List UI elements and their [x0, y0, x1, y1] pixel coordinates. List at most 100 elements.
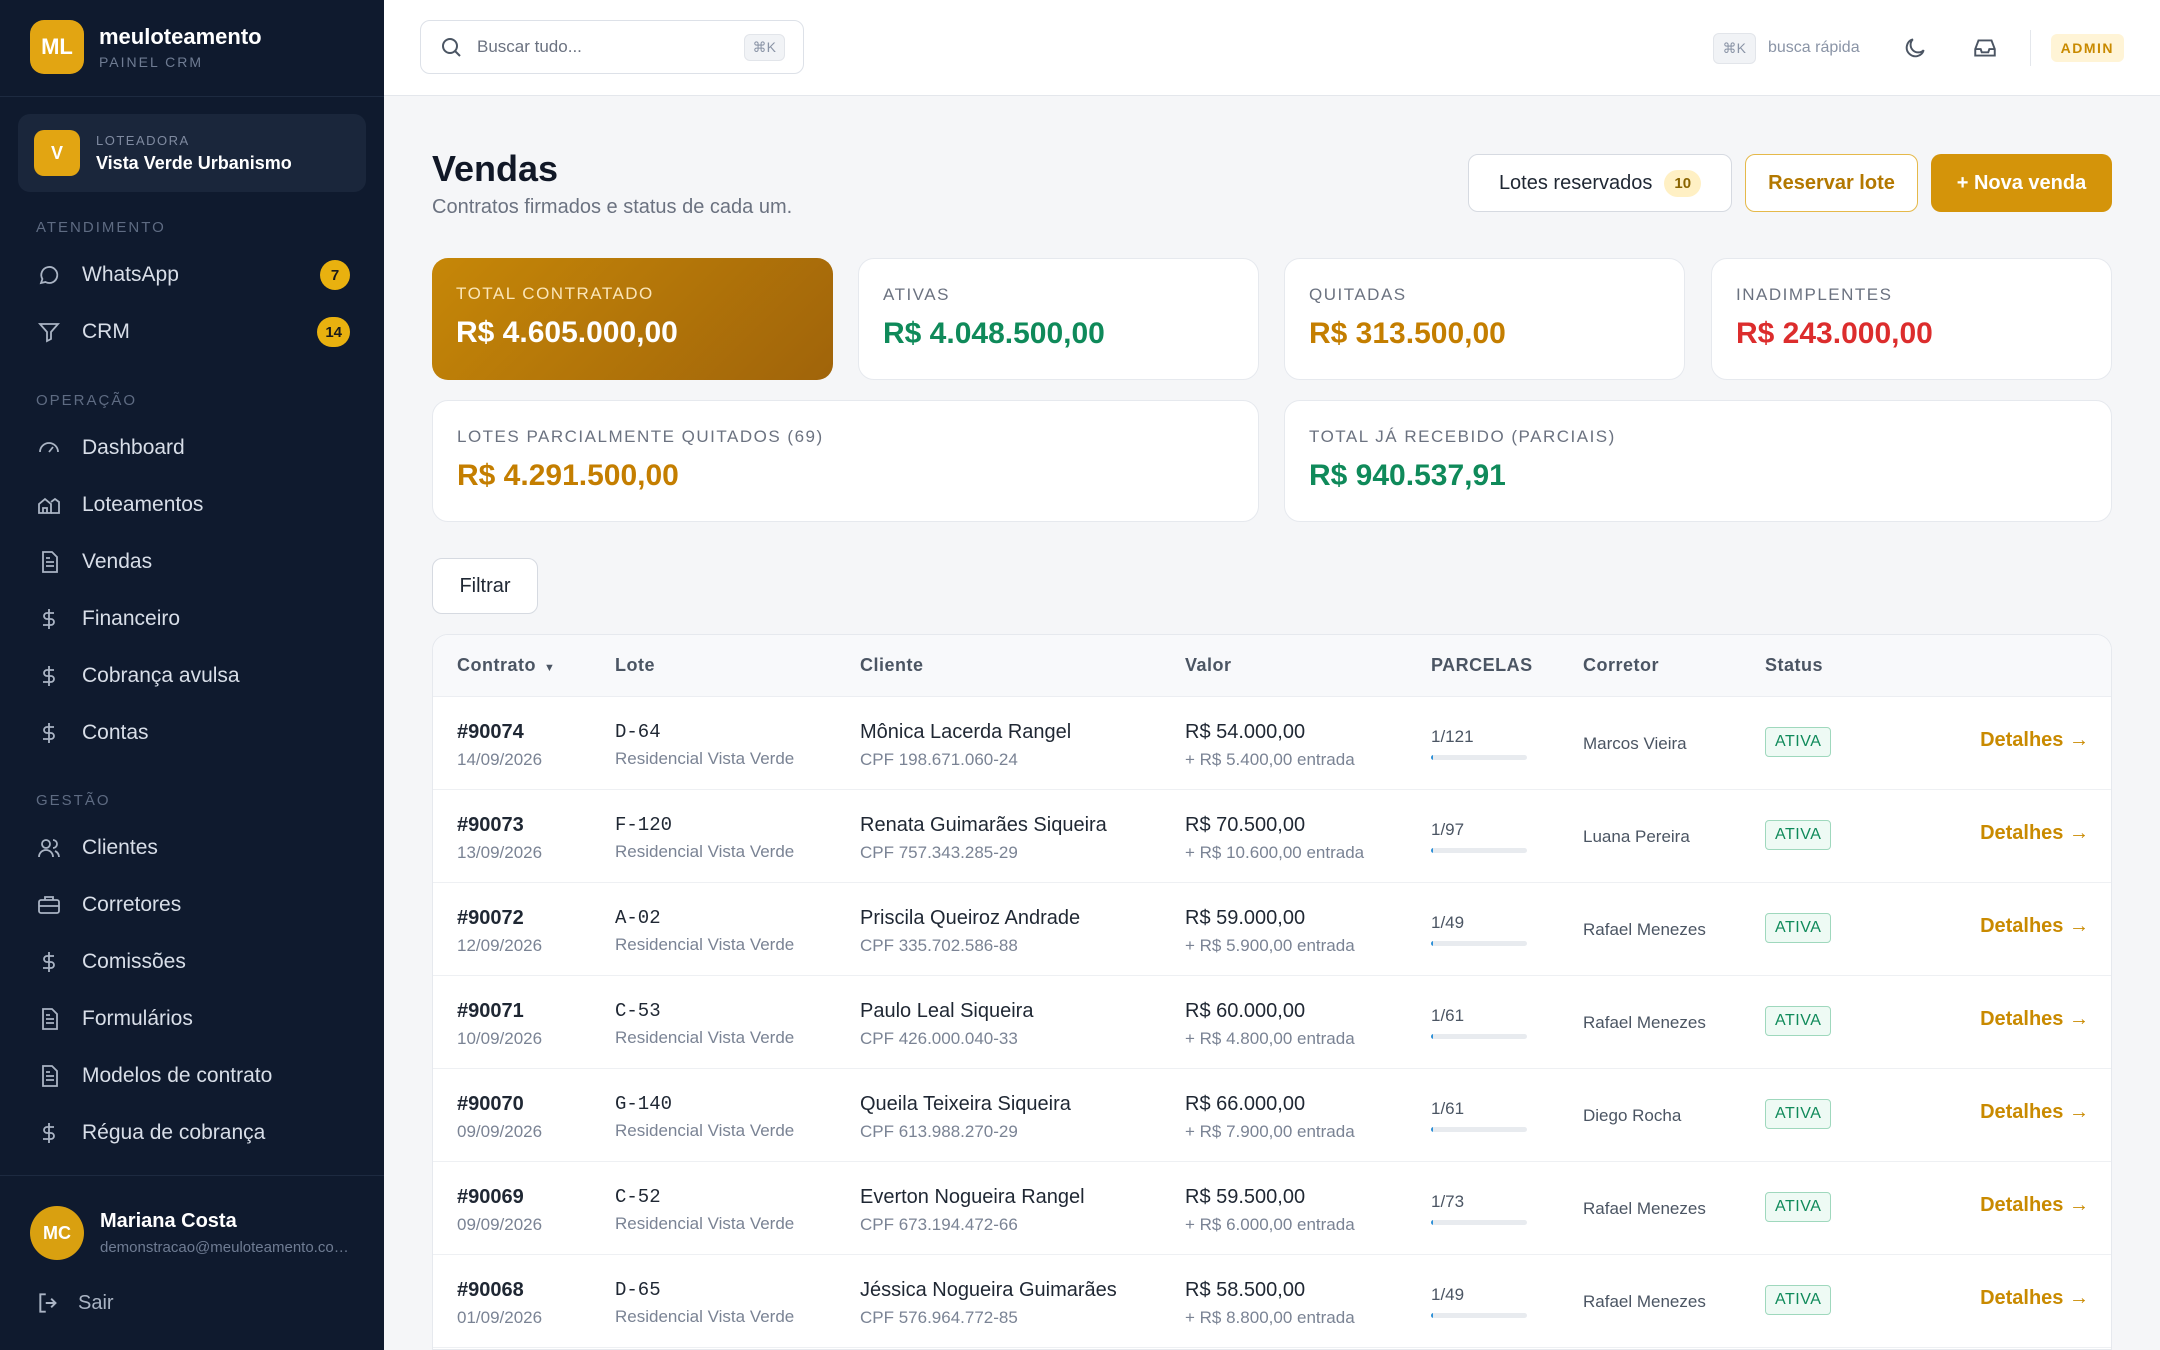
reserve-lot-button[interactable]: Reservar lote: [1745, 154, 1918, 212]
details-link[interactable]: Detalhes →: [1980, 822, 2089, 844]
sidebar-item-crm[interactable]: CRM 14: [36, 312, 350, 352]
column-header-contrato[interactable]: Contrato ▼: [457, 655, 555, 676]
lot-code: D-64: [615, 721, 661, 743]
logout-icon: [39, 1293, 57, 1313]
sidebar-item-clientes[interactable]: Clientes: [36, 828, 350, 868]
lot-code: G-140: [615, 1093, 673, 1115]
details-link[interactable]: Detalhes →: [1980, 1008, 2089, 1030]
contract-date: 13/09/2026: [457, 843, 543, 862]
installments-count: 1/61: [1431, 1099, 1465, 1118]
org-label: LOTEADORA: [96, 132, 190, 148]
table-row[interactable]: #90074 14/09/2026 D-64 Residencial Vista…: [433, 697, 2111, 790]
installments-progress-bar: [1431, 1127, 1527, 1132]
sidebar-item-corretores[interactable]: Corretores: [36, 885, 350, 925]
down-payment: + R$ 7.900,00 entrada: [1185, 1122, 1355, 1141]
sidebar-item-financeiro[interactable]: Financeiro: [36, 599, 350, 639]
stat-card-parcialmente-quitados: LOTES PARCIALMENTE QUITADOS (69) R$ 4.29…: [432, 400, 1259, 522]
sidebar-item-vendas[interactable]: Vendas: [36, 542, 350, 582]
sale-value: R$ 60.000,00: [1185, 1000, 1306, 1022]
quick-search-shortcut: ⌘K: [1712, 32, 1756, 64]
sidebar-item-dashboard[interactable]: Dashboard: [36, 428, 350, 468]
client-cpf: CPF 426.000.040-33: [860, 1029, 1018, 1048]
brand-name: meuloteamento: [99, 24, 262, 49]
dollar-icon: [36, 949, 62, 975]
sidebar-item-modelos-de-contrato[interactable]: Modelos de contrato: [36, 1056, 350, 1096]
reserved-lots-button[interactable]: Lotes reservados 10: [1468, 154, 1732, 212]
status-badge: ATIVA: [1765, 1006, 1832, 1036]
stat-card-ativas: ATIVAS R$ 4.048.500,00: [858, 258, 1259, 380]
sidebar-item-contas[interactable]: Contas: [36, 713, 350, 753]
details-link[interactable]: Detalhes →: [1980, 1287, 2089, 1309]
logout-button[interactable]: Sair: [36, 1290, 114, 1316]
sidebar-divider: [0, 96, 384, 97]
details-link[interactable]: Detalhes →: [1980, 915, 2089, 937]
moon-icon: [1905, 38, 1925, 58]
table-row[interactable]: #90071 10/09/2026 C-53 Residencial Vista…: [433, 976, 2111, 1069]
user-name: Mariana Costa: [100, 1210, 237, 1232]
dark-mode-toggle[interactable]: [1900, 33, 1930, 63]
client-cpf: CPF 673.194.472-66: [860, 1215, 1018, 1234]
sidebar-item-cobranca-avulsa[interactable]: Cobrança avulsa: [36, 656, 350, 696]
sidebar-item-label: Corretores: [82, 893, 182, 916]
contract-number: #90068: [457, 1279, 524, 1301]
user-profile[interactable]: MC Mariana Costa demonstracao@meuloteame…: [30, 1206, 350, 1260]
stat-card-inadimplentes: INADIMPLENTES R$ 243.000,00: [1711, 258, 2112, 380]
sidebar-item-label: Loteamentos: [82, 493, 204, 516]
down-payment: + R$ 5.400,00 entrada: [1185, 750, 1355, 769]
installments-progress-bar: [1431, 1034, 1527, 1039]
table-row[interactable]: #90070 09/09/2026 G-140 Residencial Vist…: [433, 1069, 2111, 1162]
client-name: Paulo Leal Siqueira: [860, 1000, 1034, 1022]
table-row[interactable]: #90069 09/09/2026 C-52 Residencial Vista…: [433, 1162, 2111, 1255]
sale-value: R$ 59.500,00: [1185, 1186, 1306, 1208]
sidebar-item-label: Formulários: [82, 1007, 193, 1030]
page-subtitle: Contratos firmados e status de cada um.: [432, 196, 793, 218]
section-label-gestao: GESTÃO: [36, 792, 111, 809]
table-row[interactable]: #90072 12/09/2026 A-02 Residencial Vista…: [433, 883, 2111, 976]
details-link[interactable]: Detalhes →: [1980, 729, 2089, 751]
user-email: demonstracao@meuloteamento.com.br: [100, 1239, 350, 1256]
org-switcher[interactable]: V LOTEADORA Vista Verde Urbanismo: [18, 114, 366, 192]
inbox-button[interactable]: [1970, 33, 2000, 63]
document-icon: [36, 1006, 62, 1032]
filter-button[interactable]: Filtrar: [432, 558, 538, 614]
status-badge: ATIVA: [1765, 1099, 1832, 1129]
stat-value: R$ 4.291.500,00: [457, 459, 679, 492]
column-header-corretor: Corretor: [1583, 655, 1660, 675]
topbar: ⌘K ⌘K busca rápida ADMIN: [384, 0, 2160, 96]
broker-name: Rafael Menezes: [1583, 1013, 1706, 1032]
client-name: Jéssica Nogueira Guimarães: [860, 1279, 1117, 1301]
brand-subtitle: PAINEL CRM: [99, 54, 204, 70]
sidebar-item-formularios[interactable]: Formulários: [36, 999, 350, 1039]
stat-value: R$ 243.000,00: [1736, 317, 1933, 350]
new-sale-button[interactable]: + Nova venda: [1931, 154, 2112, 212]
client-cpf: CPF 198.671.060-24: [860, 750, 1018, 769]
installments-progress-fill: [1431, 1034, 1433, 1039]
table-row[interactable]: #90068 01/09/2026 D-65 Residencial Vista…: [433, 1255, 2111, 1348]
brand[interactable]: ML meuloteamento PAINEL CRM: [30, 20, 262, 74]
document-icon: [36, 1063, 62, 1089]
stat-label: QUITADAS: [1309, 285, 1407, 304]
sidebar-item-loteamentos[interactable]: Loteamentos: [36, 485, 350, 525]
details-link[interactable]: Detalhes →: [1980, 1194, 2089, 1216]
contract-date: 09/09/2026: [457, 1215, 543, 1234]
sidebar-item-comissoes[interactable]: Comissões: [36, 942, 350, 982]
briefcase-icon: [36, 892, 62, 918]
details-link[interactable]: Detalhes →: [1980, 1101, 2089, 1123]
table-row[interactable]: #90073 13/09/2026 F-120 Residencial Vist…: [433, 790, 2111, 883]
search-input[interactable]: [477, 37, 727, 57]
column-header-valor: Valor: [1185, 655, 1232, 675]
lot-development: Residencial Vista Verde: [615, 749, 795, 768]
search-box[interactable]: ⌘K: [420, 20, 804, 74]
stat-label: ATIVAS: [883, 285, 950, 304]
stat-label: TOTAL CONTRATADO: [456, 284, 654, 303]
table-body: #90074 14/09/2026 D-64 Residencial Vista…: [433, 697, 2111, 1348]
sale-value: R$ 54.000,00: [1185, 721, 1306, 743]
client-name: Everton Nogueira Rangel: [860, 1186, 1085, 1208]
contract-date: 01/09/2026: [457, 1308, 543, 1327]
sidebar-item-regua-de-cobranca[interactable]: Régua de cobrança: [36, 1113, 350, 1153]
sidebar-item-label: Cobrança avulsa: [82, 664, 240, 687]
client-cpf: CPF 757.343.285-29: [860, 843, 1018, 862]
gauge-icon: [36, 435, 62, 461]
contract-date: 10/09/2026: [457, 1029, 543, 1048]
sidebar-item-whatsapp[interactable]: WhatsApp 7: [36, 255, 350, 295]
